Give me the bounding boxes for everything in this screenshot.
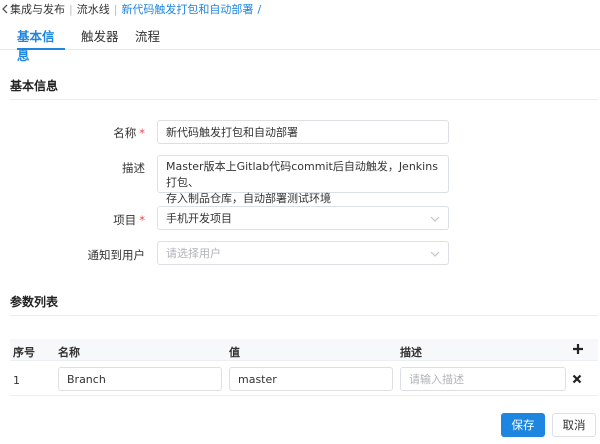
- plus-icon[interactable]: [571, 342, 585, 356]
- tab-basic-info[interactable]: 基本信息: [17, 26, 65, 63]
- tab-trigger[interactable]: 触发器: [81, 26, 119, 50]
- breadcrumb-separator: |: [113, 2, 118, 16]
- name-input[interactable]: 新代码触发打包和自动部署: [157, 120, 449, 144]
- section-title-basic-info: 基本信息: [10, 79, 59, 93]
- project-label: 项目 *: [113, 213, 145, 227]
- close-icon[interactable]: [572, 374, 582, 384]
- description-label: 描述: [122, 161, 145, 175]
- name-label: 名称 *: [113, 126, 145, 140]
- section-divider: [10, 99, 598, 100]
- save-button[interactable]: 保存: [501, 413, 545, 437]
- back-chevron-icon[interactable]: [2, 3, 10, 15]
- row-number: 1: [13, 374, 20, 387]
- param-name-value: Branch: [67, 372, 106, 386]
- column-header-value: 值: [229, 346, 240, 359]
- breadcrumb-trailing-slash: /: [257, 2, 262, 16]
- breadcrumb-item-integration[interactable]: 集成与发布: [10, 1, 65, 17]
- required-mark: *: [139, 126, 145, 140]
- description-textarea[interactable]: Master版本上Gitlab代码commit后自动触发，Jenkins打包、 …: [157, 155, 449, 205]
- tab-flow[interactable]: 流程: [135, 26, 161, 50]
- required-mark: *: [139, 213, 145, 227]
- chevron-down-icon: [430, 251, 440, 257]
- param-name-input[interactable]: Branch: [58, 367, 222, 391]
- section-title-params: 参数列表: [10, 295, 59, 309]
- notify-users-label: 通知到用户: [87, 248, 146, 262]
- param-value-input[interactable]: master: [229, 367, 393, 391]
- column-header-description: 描述: [400, 346, 422, 359]
- breadcrumb-item-current: 新代码触发打包和自动部署: [121, 3, 254, 16]
- notify-users-select[interactable]: 请选择用户: [157, 241, 449, 265]
- tab-bar: 基本信息 触发器 流程: [0, 24, 600, 63]
- chevron-down-icon: [430, 216, 440, 222]
- breadcrumb-item-pipeline[interactable]: 流水线: [77, 1, 110, 17]
- param-description-placeholder: 请输入描述: [409, 373, 464, 386]
- param-value-value: master: [238, 372, 277, 386]
- column-header-name: 名称: [58, 346, 80, 359]
- description-value: Master版本上Gitlab代码commit后自动触发，Jenkins打包、 …: [166, 160, 438, 205]
- breadcrumb: 集成与发布 | 流水线 | 新代码触发打包和自动部署 /: [2, 2, 261, 16]
- param-description-input[interactable]: 请输入描述: [400, 367, 566, 391]
- section-divider: [10, 315, 598, 316]
- params-table-header: 序号 名称 值 描述: [10, 339, 598, 361]
- notify-users-placeholder: 请选择用户: [166, 247, 221, 260]
- cancel-button[interactable]: 取消: [552, 413, 596, 437]
- project-select-value: 手机开发项目: [166, 212, 232, 225]
- project-select[interactable]: 手机开发项目: [157, 206, 449, 230]
- table-row: 1 Branch master 请输入描述: [10, 362, 598, 396]
- column-header-no: 序号: [13, 346, 35, 359]
- name-input-value: 新代码触发打包和自动部署: [166, 126, 298, 139]
- breadcrumb-separator: |: [69, 2, 73, 16]
